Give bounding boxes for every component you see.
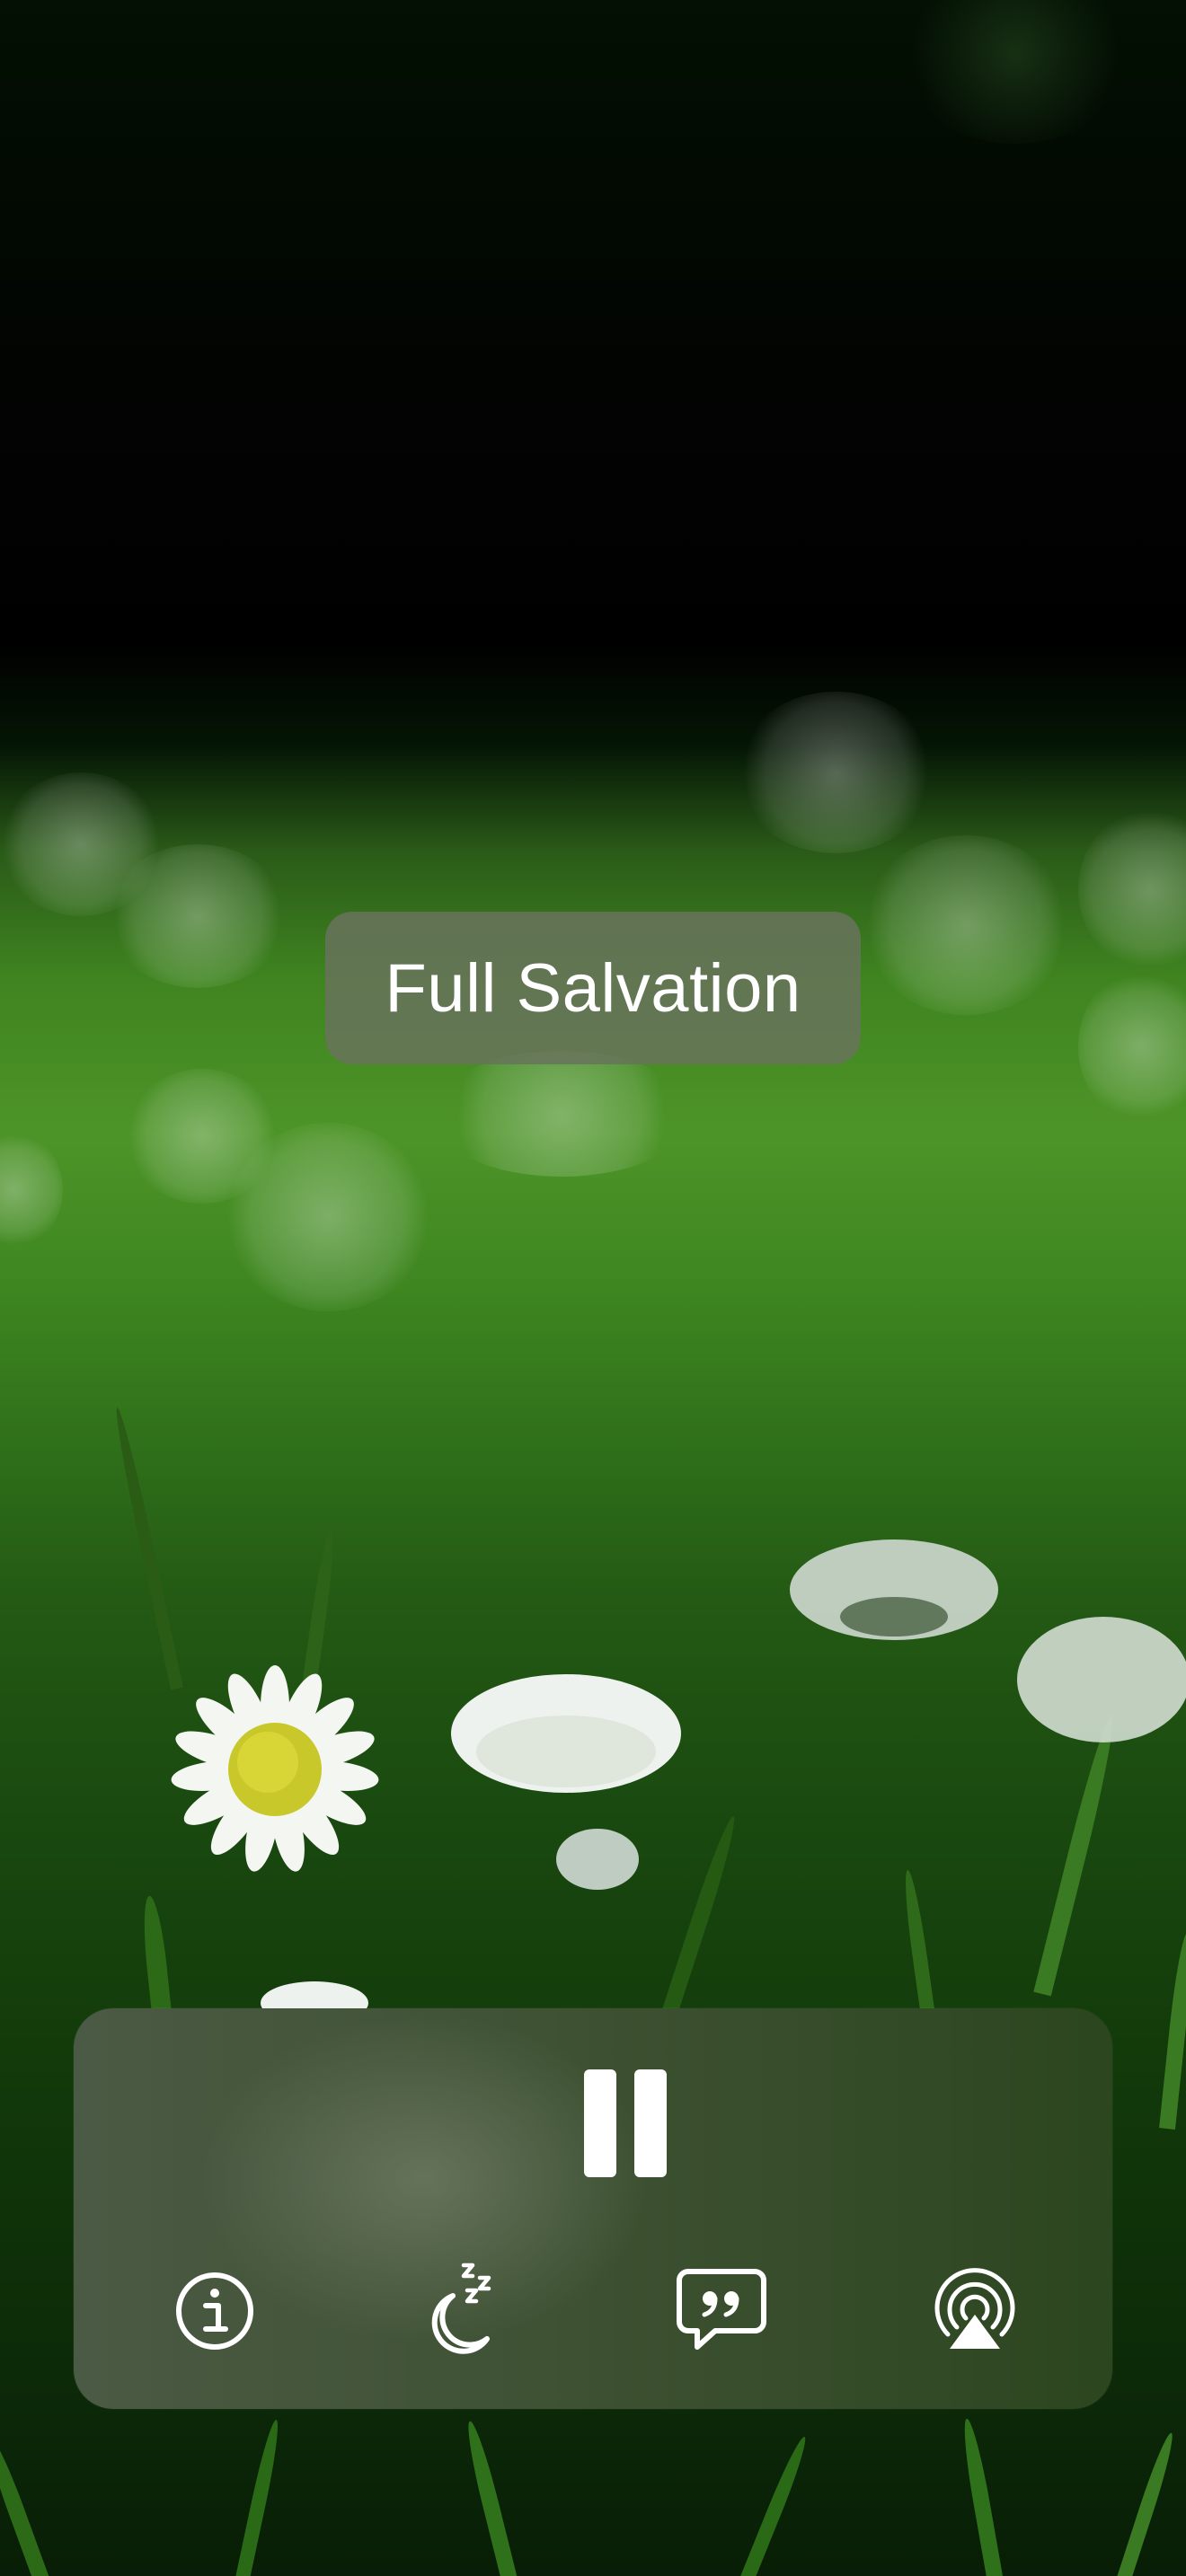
airplay-button[interactable] xyxy=(925,2262,1024,2360)
moon-zzz-icon xyxy=(431,2263,491,2354)
track-title-pill: Full Salvation xyxy=(325,912,861,1064)
info-button[interactable] xyxy=(165,2262,264,2360)
player-controls-panel xyxy=(74,2008,1112,2409)
lyrics-button[interactable] xyxy=(672,2262,771,2360)
pause-button[interactable] xyxy=(559,2059,681,2181)
quote-bubble-icon xyxy=(677,2269,766,2350)
info-circle-icon xyxy=(176,2272,253,2350)
airplay-icon xyxy=(934,2268,1015,2349)
track-title: Full Salvation xyxy=(385,949,801,1027)
sleep-timer-button[interactable] xyxy=(417,2262,516,2360)
